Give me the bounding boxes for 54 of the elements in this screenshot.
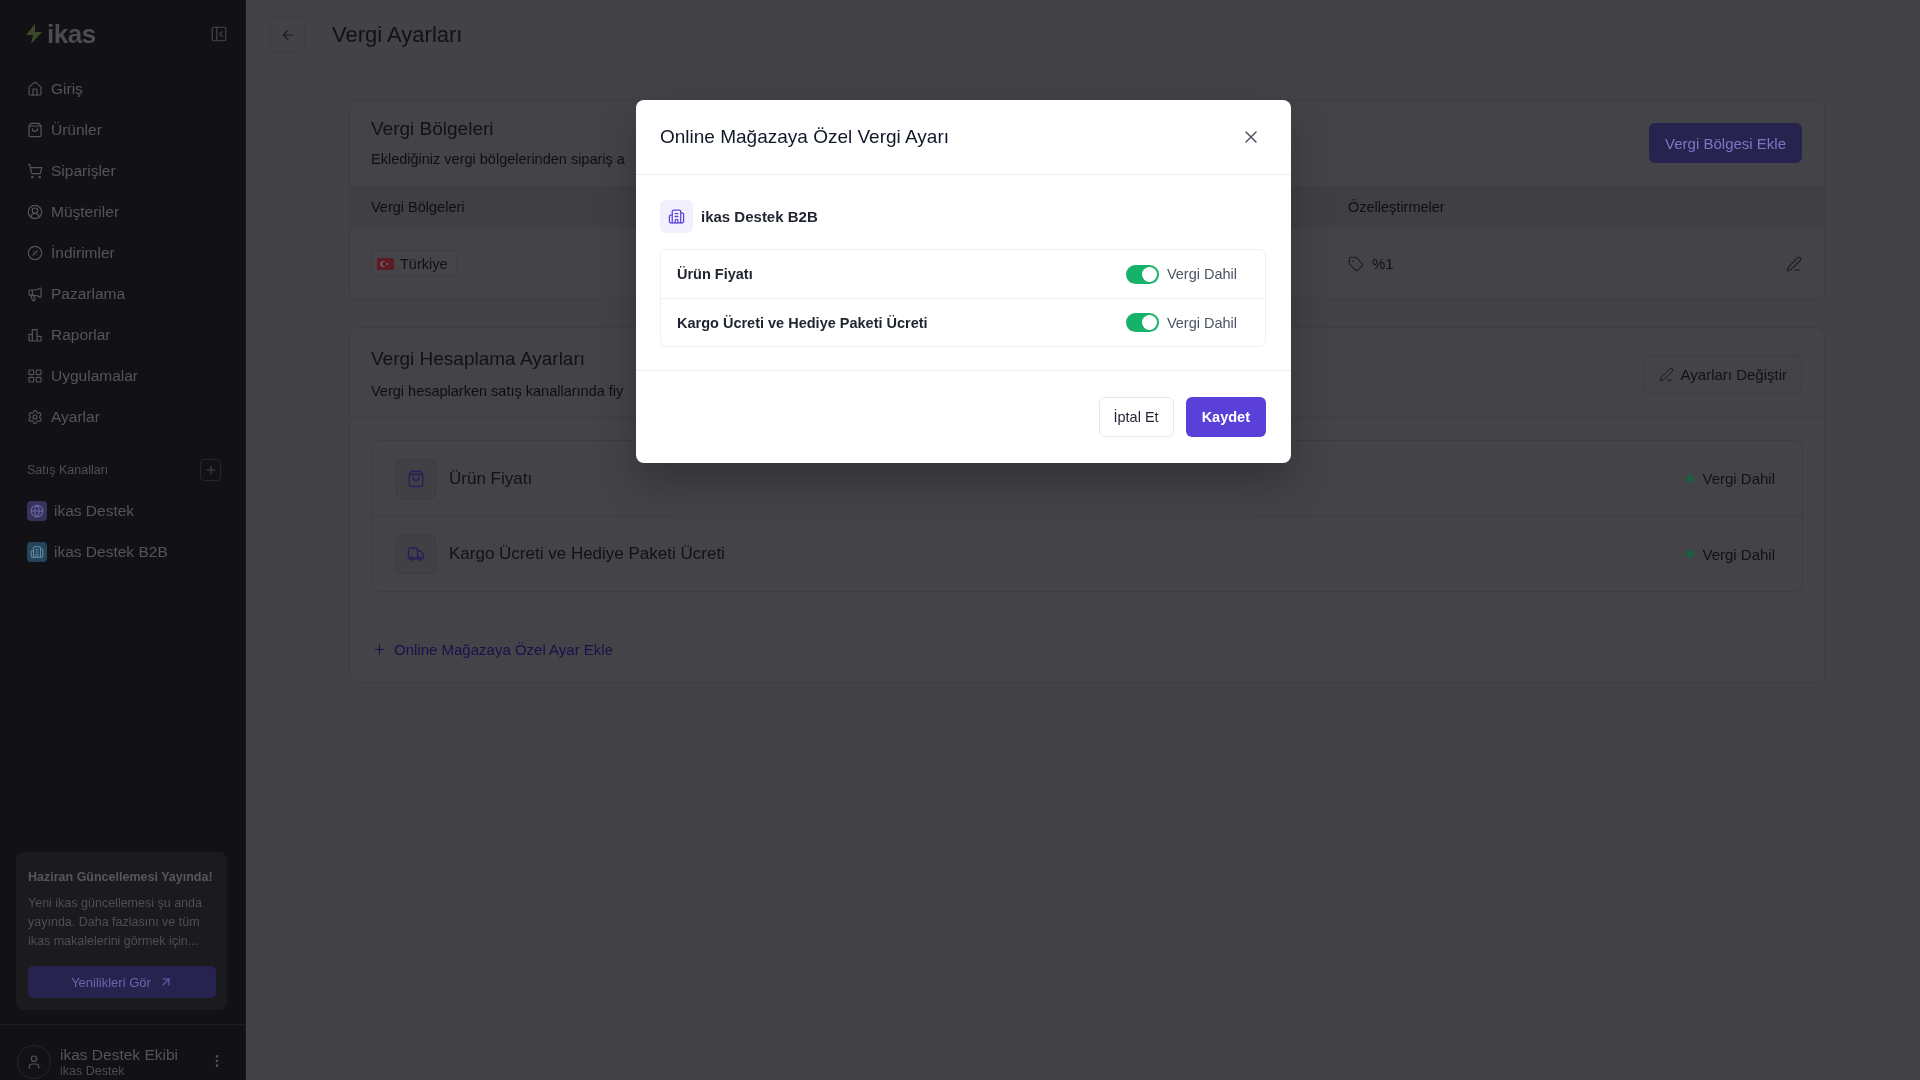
- add-tax-region-button[interactable]: Vergi Bölgesi Ekle: [1649, 123, 1802, 163]
- channel-name: ikas Destek B2B: [701, 208, 818, 225]
- megaphone-icon: [27, 285, 43, 302]
- toggle-label: Ürün Fiyatı: [677, 266, 753, 282]
- nav-item[interactable]: Uygulamalar: [16, 355, 229, 396]
- nav-item[interactable]: Raporlar: [16, 314, 229, 355]
- store-name: ikas Destek: [60, 1064, 125, 1079]
- pencil-icon[interactable]: [1786, 255, 1802, 272]
- flag-icon: [377, 257, 394, 270]
- panel-collapse-icon[interactable]: [210, 25, 228, 43]
- toggle-status: Vergi Dahil: [1166, 266, 1237, 282]
- toggle-status: Vergi Dahil: [1166, 314, 1237, 331]
- status-dot-icon: [1686, 474, 1695, 483]
- logo-text: ikas: [47, 19, 96, 49]
- user-name: ikas Destek Ekibi: [60, 1045, 178, 1064]
- nav-item[interactable]: Siparişler: [16, 150, 229, 191]
- shopping-bag-icon: [27, 121, 43, 138]
- nav-item[interactable]: Ürünler: [16, 109, 229, 150]
- nav-item[interactable]: İndirimler: [16, 232, 229, 273]
- building-icon: [27, 541, 47, 562]
- save-button[interactable]: Kaydet: [1185, 397, 1266, 437]
- nav-item[interactable]: Ayarlar: [16, 396, 229, 437]
- tag-icon: [1348, 255, 1364, 272]
- section-title: Satış Kanalları: [27, 463, 109, 477]
- toggle-switch[interactable]: [1125, 264, 1159, 284]
- whats-new-button[interactable]: Yenilikleri Gör: [28, 966, 216, 998]
- settings-icon: [27, 408, 43, 425]
- grid-icon: [27, 367, 43, 384]
- nav-item[interactable]: Müşteriler: [16, 191, 229, 232]
- globe-icon: [27, 500, 47, 521]
- home-icon: [27, 80, 43, 97]
- plus-icon: [203, 463, 218, 477]
- pencil-icon: [1658, 366, 1674, 382]
- status-dot-icon: [1686, 550, 1695, 558]
- back-button[interactable]: [270, 17, 305, 52]
- nav-item[interactable]: Giriş: [16, 68, 229, 109]
- bar-chart-icon: [27, 326, 43, 343]
- toggle-label: Kargo Ücreti ve Hediye Paketi Ücreti: [677, 314, 928, 331]
- building-icon: [660, 200, 693, 233]
- shopping-bag-icon: [396, 458, 436, 499]
- add-channel-button[interactable]: [200, 459, 221, 481]
- channel-item[interactable]: ikas Destek: [16, 490, 229, 531]
- update-title: Haziran Güncellemesi Yayında!: [28, 869, 214, 886]
- percent-icon: [27, 244, 43, 261]
- truck-icon: [396, 534, 436, 574]
- plus-icon: [372, 642, 387, 657]
- channel-item[interactable]: ikas Destek B2B: [16, 531, 229, 572]
- toggle-switch[interactable]: [1125, 313, 1159, 332]
- bolt-icon: [24, 24, 44, 44]
- cancel-button[interactable]: İptal Et: [1098, 397, 1174, 437]
- nav-item[interactable]: Pazarlama: [16, 273, 229, 314]
- dialog-title: Online Mağazaya Özel Vergi Ayarı: [660, 126, 950, 148]
- user-circle-icon: [27, 203, 43, 220]
- shopping-cart-icon: [27, 162, 43, 179]
